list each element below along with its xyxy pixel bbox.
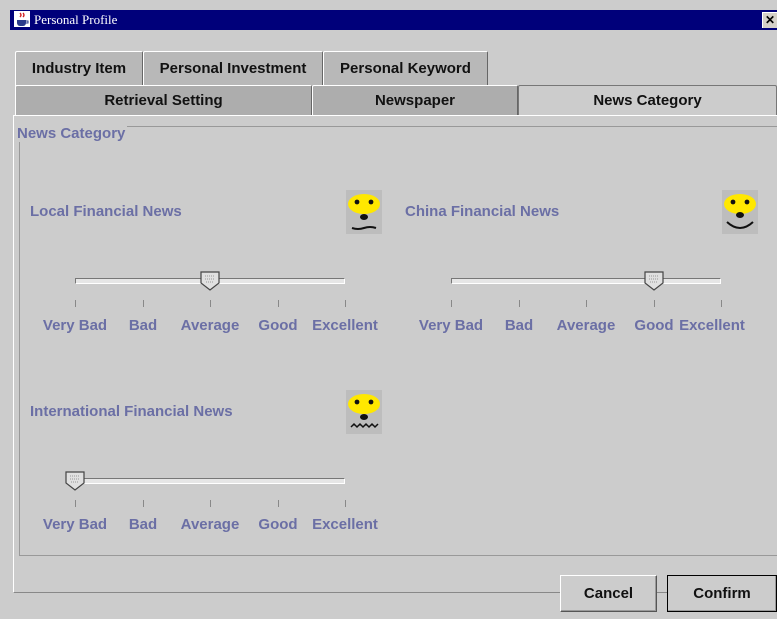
scale-label-excellent: Excellent bbox=[679, 317, 745, 334]
scale-label-average: Average bbox=[180, 317, 240, 334]
china-news-slider-thumb[interactable] bbox=[644, 271, 664, 291]
worried-face-icon bbox=[346, 390, 382, 434]
local-news-slider-thumb[interactable] bbox=[200, 271, 220, 291]
international-news-slider-thumb[interactable] bbox=[65, 471, 85, 491]
tab-label: News Category bbox=[593, 92, 702, 109]
scale-label-excellent: Excellent bbox=[312, 516, 378, 533]
scale-label-average: Average bbox=[180, 516, 240, 533]
local-news-label: Local Financial News bbox=[30, 203, 182, 220]
tick bbox=[345, 500, 346, 507]
china-news-label: China Financial News bbox=[405, 203, 560, 220]
smile-face-icon bbox=[722, 190, 758, 234]
tab-label: Personal Keyword bbox=[340, 60, 471, 77]
window-titlebar: Personal Profile ✕ bbox=[10, 10, 777, 30]
tab-personal-keyword[interactable]: Personal Keyword bbox=[323, 51, 488, 86]
tab-label: Personal Investment bbox=[159, 60, 307, 77]
scale-label-good: Good bbox=[634, 317, 674, 334]
close-button[interactable]: ✕ bbox=[762, 12, 777, 28]
tick bbox=[143, 300, 144, 307]
international-news-label: International Financial News bbox=[30, 403, 233, 420]
tab-news-category[interactable]: News Category bbox=[518, 85, 777, 116]
tick bbox=[345, 300, 346, 307]
tick bbox=[519, 300, 520, 307]
tick bbox=[210, 300, 211, 307]
tick bbox=[75, 500, 76, 507]
tab-label: Newspaper bbox=[374, 92, 456, 109]
tab-personal-investment[interactable]: Personal Investment bbox=[143, 51, 323, 86]
window-title: Personal Profile bbox=[34, 12, 118, 27]
scale-label-good: Good bbox=[258, 317, 298, 334]
tab-newspaper[interactable]: Newspaper bbox=[312, 85, 518, 116]
java-app-icon bbox=[14, 11, 30, 27]
tick bbox=[654, 300, 655, 307]
tick bbox=[721, 300, 722, 307]
scale-label-very-bad: Very Bad bbox=[42, 516, 108, 533]
tick bbox=[278, 500, 279, 507]
scale-label-bad: Bad bbox=[128, 516, 158, 533]
tick bbox=[451, 300, 452, 307]
tick bbox=[143, 500, 144, 507]
tab-label: Retrieval Setting bbox=[104, 92, 223, 109]
scale-label-very-bad: Very Bad bbox=[42, 317, 108, 334]
scale-label-bad: Bad bbox=[128, 317, 158, 334]
tab-industry-item[interactable]: Industry Item bbox=[15, 51, 143, 86]
international-news-slider-track[interactable] bbox=[75, 478, 345, 484]
tick bbox=[586, 300, 587, 307]
tab-retrieval-setting[interactable]: Retrieval Setting bbox=[15, 85, 312, 116]
neutral-face-icon bbox=[346, 190, 382, 234]
confirm-button[interactable]: Confirm bbox=[667, 575, 777, 612]
tick bbox=[278, 300, 279, 307]
tick bbox=[210, 500, 211, 507]
scale-label-average: Average bbox=[556, 317, 616, 334]
cancel-button[interactable]: Cancel bbox=[560, 575, 657, 612]
china-news-slider-track[interactable] bbox=[451, 278, 721, 284]
scale-label-bad: Bad bbox=[504, 317, 534, 334]
group-title: News Category bbox=[15, 125, 128, 142]
tick bbox=[75, 300, 76, 307]
news-category-group bbox=[19, 126, 777, 556]
scale-label-good: Good bbox=[258, 516, 298, 533]
tab-panel bbox=[13, 115, 777, 593]
scale-label-excellent: Excellent bbox=[312, 317, 378, 334]
tab-label: Industry Item bbox=[31, 60, 127, 77]
scale-label-very-bad: Very Bad bbox=[418, 317, 484, 334]
